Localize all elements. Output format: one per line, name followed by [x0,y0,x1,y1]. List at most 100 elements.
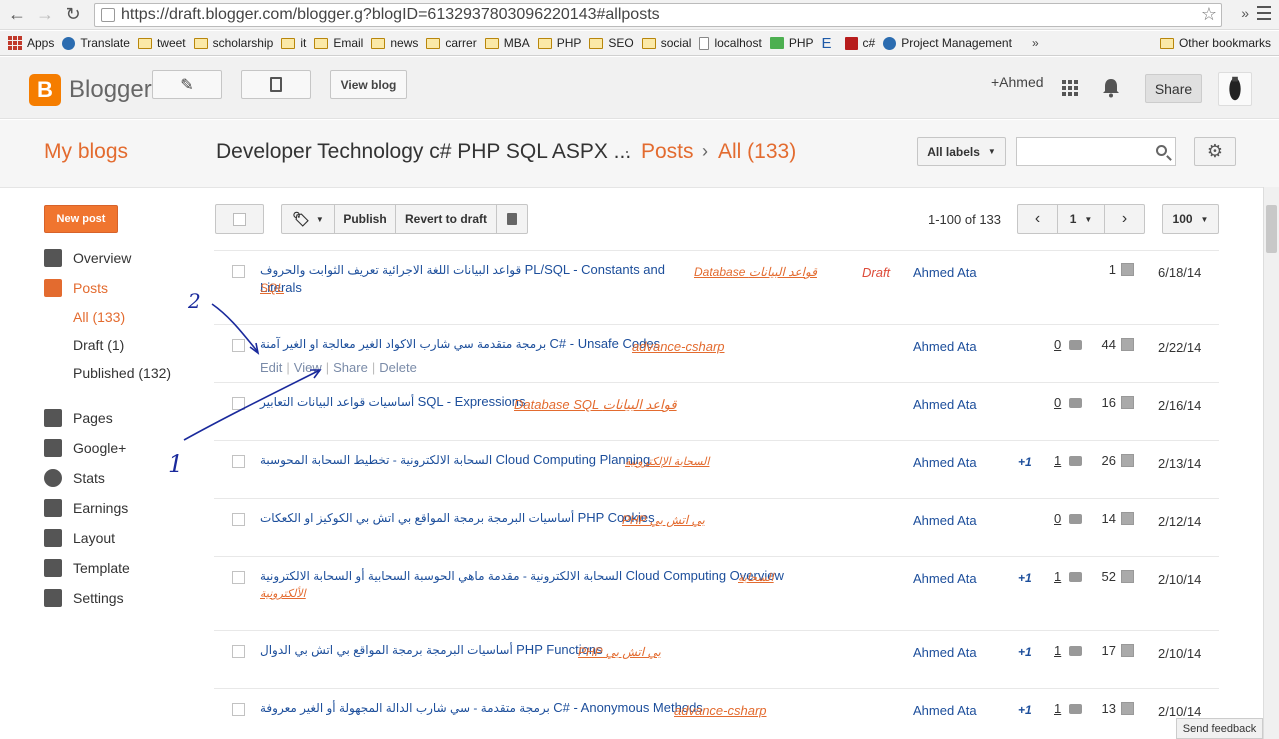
send-feedback-button[interactable]: Send feedback [1176,718,1263,739]
post-checkbox[interactable] [232,265,245,278]
avatar[interactable] [1218,72,1252,106]
post-title[interactable]: برمجة متقدمة سي شارب الاكواد الغير معالج… [260,335,660,353]
sidebar-item-overview[interactable]: Overview [44,248,131,268]
menu-chevron[interactable]: » [1241,5,1249,21]
settings-gear-button[interactable]: ⚙ [1194,137,1236,166]
post-label[interactable]: Database قواعد البيانات [694,265,817,279]
post-title[interactable]: برمجة متقدمة - سي شارب الدالة المجهولة أ… [260,699,703,717]
bookmark-php[interactable]: PHP [769,36,814,50]
back-button[interactable]: ← [6,4,28,26]
bookmarks-overflow[interactable]: » [1032,36,1039,50]
view-blog-button[interactable]: View blog [330,70,407,99]
sidebar-sub-published[interactable]: Published (132) [73,365,171,381]
delete-button[interactable] [496,204,528,234]
post-comments[interactable]: 1 [1054,569,1061,584]
sidebar-item-earnings[interactable]: Earnings [44,498,128,518]
post-label[interactable]: SQL [260,281,284,295]
post-author[interactable]: Ahmed Ata [913,645,977,660]
prev-page-button[interactable]: ‹ [1017,204,1058,234]
post-author[interactable]: Ahmed Ata [913,455,977,470]
sidebar-sub-all[interactable]: All (133) [73,309,125,325]
bookmark-csharp[interactable]: c# [844,36,875,50]
bookmark-folder[interactable]: tweet [137,36,186,50]
post-author[interactable]: Ahmed Ata [913,513,977,528]
forward-button[interactable]: → [34,4,56,26]
per-page-select[interactable]: 100 ▼ [1162,204,1219,234]
post-checkbox[interactable] [232,645,245,658]
bookmark-folder[interactable]: news [371,36,418,50]
new-post-pencil-button[interactable]: ✎ [152,70,222,99]
bookmark-folder[interactable]: PHP [537,36,581,50]
post-row[interactable]: أساسيات البرمجة برمجة المواقع بي اتش بي … [214,630,1219,688]
post-row[interactable]: السحابة الالكترونية - مقدمة ماهي الحوسبة… [214,556,1219,630]
breadcrumb-all[interactable]: All (133) [718,140,796,164]
posts-list-button[interactable] [241,70,311,99]
bookmark-e[interactable]: E [822,36,837,51]
apps-grid-icon[interactable] [1062,80,1078,96]
sidebar-item-pages[interactable]: Pages [44,408,113,428]
post-label[interactable]: الألكترونية [260,587,306,600]
sidebar-sub-draft[interactable]: Draft (1) [73,337,124,353]
bookmark-folder[interactable]: it [281,36,306,50]
post-label[interactable]: advance-csharp [632,339,725,354]
bookmark-folder[interactable]: MBA [484,36,530,50]
post-checkbox[interactable] [232,397,245,410]
bookmark-folder[interactable]: SEO [589,36,634,50]
post-comments[interactable]: 1 [1054,701,1061,716]
view-link[interactable]: View [294,360,322,375]
post-title[interactable]: السحابة الالكترونية - مقدمة ماهي الحوسبة… [260,567,784,585]
post-label[interactable]: السحابة [738,571,774,584]
new-post-button[interactable]: New post [44,205,118,233]
post-checkbox[interactable] [232,339,245,352]
bookmark-apps[interactable]: Apps [8,36,54,50]
post-title[interactable]: أساسيات البرمجة برمجة المواقع بي اتش بي … [260,641,603,659]
bookmark-folder[interactable]: scholarship [193,36,273,50]
post-row[interactable]: أساسيات البرمجة برمجة المواقع بي اتش بي … [214,498,1219,556]
label-dropdown-button[interactable]: 🏷 ▼ [281,204,335,234]
post-checkbox[interactable] [232,513,245,526]
other-bookmarks[interactable]: Other bookmarks [1159,36,1271,50]
menu-icon[interactable] [1257,6,1271,20]
delete-link[interactable]: Delete [379,360,417,375]
search-input[interactable] [1016,137,1176,166]
sidebar-item-template[interactable]: Template [44,558,130,578]
post-author[interactable]: Ahmed Ata [913,397,977,412]
post-label[interactable]: PHP بي اتش بي [622,513,705,527]
bookmark-folder[interactable]: Email [314,36,363,50]
post-comments[interactable]: 0 [1054,395,1061,410]
share-link[interactable]: Share [333,360,368,375]
sidebar-item-googleplus[interactable]: Google+ [44,438,126,458]
post-title[interactable]: السحابة الالكترونية - تخطيط السحابة المح… [260,451,650,469]
address-bar[interactable]: https://draft.blogger.com/blogger.g?blog… [94,3,1222,27]
share-button[interactable]: Share [1145,74,1202,103]
scroll-thumb[interactable] [1266,205,1277,253]
post-comments[interactable]: 0 [1054,511,1061,526]
page-scrollbar[interactable] [1263,187,1279,739]
post-row[interactable]: السحابة الالكترونية - تخطيط السحابة المح… [214,440,1219,498]
publish-button[interactable]: Publish [334,204,396,234]
post-comments[interactable]: 1 [1054,453,1061,468]
edit-link[interactable]: Edit [260,360,282,375]
post-author[interactable]: Ahmed Ata [913,265,977,280]
revert-to-draft-button[interactable]: Revert to draft [395,204,497,234]
post-author[interactable]: Ahmed Ata [913,703,977,718]
post-title[interactable]: أساسيات البرمجة برمجة المواقع بي اتش بي … [260,509,655,527]
post-label[interactable]: Database SQL قواعد البيانات [514,397,677,413]
post-checkbox[interactable] [232,703,245,716]
post-title[interactable]: قواعد البيانات اللغة الاجرائية تعريف الث… [260,261,670,297]
bookmark-translate[interactable]: Translate [62,36,130,50]
post-row[interactable]: برمجة متقدمة سي شارب الاكواد الغير معالج… [214,324,1219,382]
page-select[interactable]: 1 ▼ [1057,204,1105,234]
google-plus-user-link[interactable]: +Ahmed [991,74,1044,90]
post-label[interactable]: السحابة الإلكترونية [625,455,709,468]
my-blogs-link[interactable]: My blogs [44,140,128,164]
bookmark-localhost[interactable]: localhost [699,36,762,50]
post-author[interactable]: Ahmed Ata [913,571,977,586]
search-icon[interactable] [1156,145,1167,156]
bookmark-star-icon[interactable]: ☆ [1201,4,1217,25]
bell-icon[interactable] [1102,78,1120,98]
sidebar-item-posts[interactable]: Posts [44,278,108,298]
breadcrumb-posts[interactable]: Posts [641,140,694,164]
blog-title[interactable]: Developer Technology c# PHP SQL ASPX ... [216,140,631,164]
post-checkbox[interactable] [232,571,245,584]
